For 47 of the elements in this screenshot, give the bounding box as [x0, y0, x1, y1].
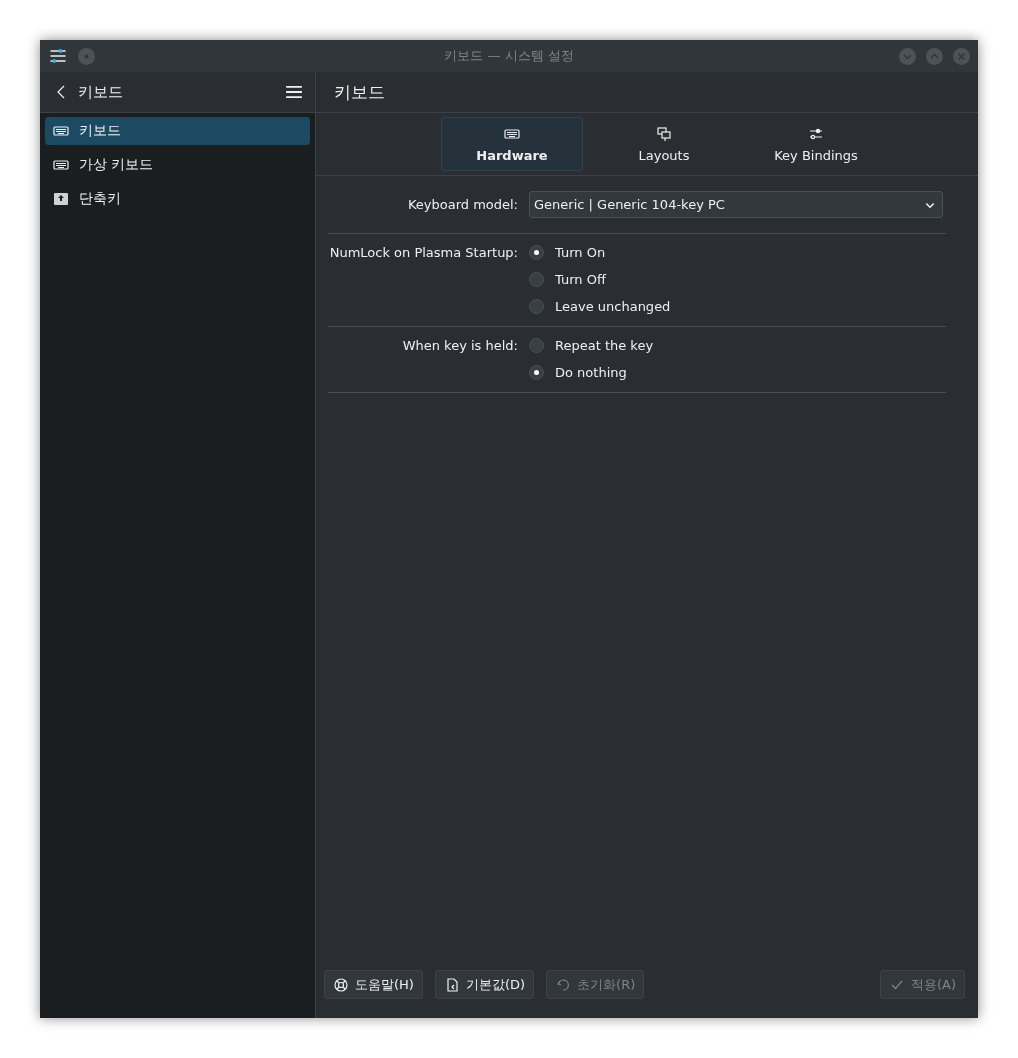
tab-label: Hardware: [476, 147, 548, 163]
pin-button[interactable]: [78, 47, 95, 65]
sidebar-title: 키보드: [78, 82, 124, 102]
dialog-button[interactable]: 기본값(D): [434, 970, 535, 999]
radio-button[interactable]: [529, 365, 544, 380]
dialog-button[interactable]: 도움말(H): [324, 970, 423, 999]
page-title: 키보드: [334, 80, 386, 104]
radio-label: Do nothing: [555, 365, 627, 380]
menu-icon: [285, 83, 303, 101]
layouts-icon: [656, 125, 672, 142]
tab[interactable]: Layouts: [593, 117, 735, 171]
shortcut-icon: [51, 191, 71, 207]
dot-icon: [84, 53, 89, 59]
sidebar-item-label: 키보드: [79, 122, 121, 140]
window-title: 키보드 — 시스템 설정: [444, 47, 574, 65]
keyboard-model-dropdown[interactable]: Generic | Generic 104-key PC: [529, 191, 943, 218]
sidebar-item[interactable]: 키보드: [45, 117, 310, 145]
radio-button[interactable]: [529, 338, 544, 353]
radio-label: Leave unchanged: [555, 299, 671, 314]
radio-button[interactable]: [529, 272, 544, 287]
undo-icon: [555, 976, 572, 993]
radio-label: Turn On: [555, 245, 606, 260]
close-icon: [957, 51, 966, 61]
sidebar-item[interactable]: 단축키: [45, 185, 310, 213]
help-icon: [333, 976, 349, 993]
radio-label: Repeat the key: [555, 338, 654, 353]
radio-button[interactable]: [529, 245, 544, 260]
maximize-button[interactable]: [926, 47, 943, 65]
sidebar-item[interactable]: 가상 키보드: [45, 151, 310, 179]
minimize-button[interactable]: [899, 47, 916, 65]
field-label: When key is held:: [401, 337, 518, 355]
radio-button[interactable]: [529, 299, 544, 314]
sidebar-item-label: 가상 키보드: [79, 156, 154, 174]
tab-label: Key Bindings: [774, 147, 858, 163]
tab[interactable]: Hardware: [441, 117, 583, 171]
settings-icon: [48, 46, 68, 66]
keyboard-icon: [51, 157, 71, 173]
close-button[interactable]: [953, 47, 970, 65]
field-label: NumLock on Plasma Startup:: [328, 244, 518, 262]
radio-label: Turn Off: [555, 272, 606, 287]
tab-label: Layouts: [638, 147, 690, 163]
tab[interactable]: Key Bindings: [745, 117, 887, 171]
chevron-down-icon: [903, 51, 912, 61]
sidebar-item-label: 단축키: [79, 190, 121, 208]
field-label: Keyboard model:: [406, 196, 518, 214]
keyboard-icon: [51, 123, 71, 139]
chevron-up-icon: [930, 51, 939, 61]
